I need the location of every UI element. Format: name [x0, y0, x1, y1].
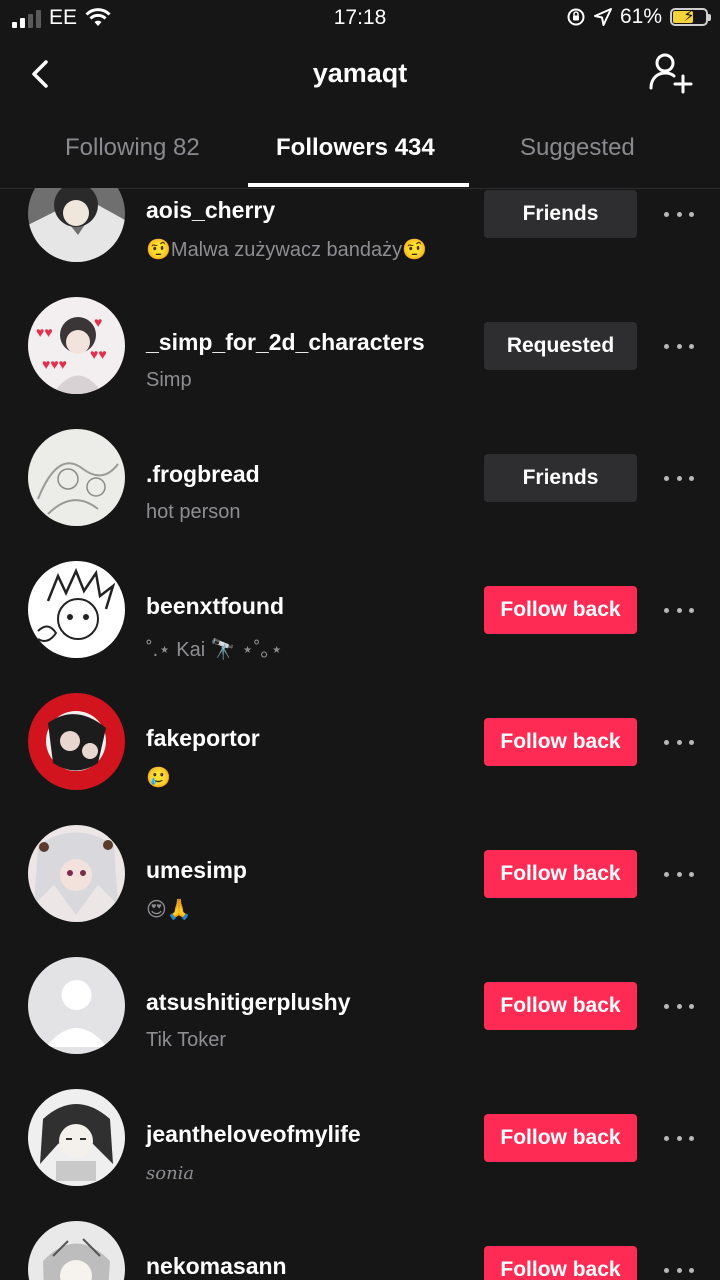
- avatar[interactable]: [28, 693, 125, 790]
- bio: 🥲: [146, 767, 171, 789]
- list-item[interactable]: .frogbread hot person Friends: [0, 404, 720, 536]
- username[interactable]: atsushitigerplushy: [146, 989, 350, 1016]
- svg-text:♥♥: ♥♥: [36, 324, 53, 340]
- more-options-button[interactable]: [664, 336, 694, 356]
- bio: 😍🙏: [146, 899, 192, 921]
- tab-following[interactable]: Following 82: [65, 134, 200, 162]
- page-title: yamaqt: [312, 58, 408, 88]
- username[interactable]: umesimp: [146, 857, 247, 884]
- friends-button[interactable]: Friends: [484, 454, 637, 502]
- more-options-button[interactable]: [664, 864, 694, 884]
- list-item[interactable]: atsushitigerplushy Tik Toker Follow back: [0, 932, 720, 1064]
- active-tab-indicator: [248, 183, 469, 187]
- follow-back-button[interactable]: Follow back: [484, 1246, 637, 1280]
- bio: 🤨Malwa zużywacz bandaży🤨: [146, 239, 428, 261]
- list-item[interactable]: aois_cherry 🤨Malwa zużywacz bandaży🤨 Fri…: [0, 188, 720, 272]
- follow-back-button[interactable]: Follow back: [484, 586, 637, 634]
- list-item[interactable]: beenxtfound ˚.⋆ Kai 🔭 ⋆˚｡⋆ Follow back: [0, 536, 720, 668]
- username[interactable]: nekomasann: [146, 1253, 287, 1280]
- add-friend-button[interactable]: [648, 52, 694, 94]
- avatar[interactable]: ♥♥ ♥♥ ♥♥♥ ♥: [28, 297, 125, 394]
- add-user-icon: [649, 53, 693, 94]
- username[interactable]: fakeportor: [146, 725, 260, 752]
- more-options-button[interactable]: [664, 468, 694, 488]
- follow-back-button[interactable]: Follow back: [484, 1114, 637, 1162]
- bio: ˚.⋆ Kai 🔭 ⋆˚｡⋆: [146, 639, 283, 661]
- battery-percent: 61%: [619, 5, 662, 28]
- charging-bolt-icon: ⚡: [683, 8, 695, 25]
- username[interactable]: .frogbread: [146, 461, 260, 488]
- avatar[interactable]: [28, 1221, 125, 1280]
- more-options-button[interactable]: [664, 732, 694, 752]
- username[interactable]: beenxtfound: [146, 593, 284, 620]
- status-right: 61% ⚡: [566, 5, 711, 29]
- svg-text:♥: ♥: [94, 314, 102, 330]
- follow-back-button[interactable]: Follow back: [484, 982, 637, 1030]
- friends-button[interactable]: Friends: [484, 190, 637, 238]
- more-options-button[interactable]: [664, 996, 694, 1016]
- svg-text:♥♥: ♥♥: [90, 346, 107, 362]
- more-options-button[interactable]: [664, 600, 694, 620]
- list-item[interactable]: jeantheloveofmylife sonia Follow back: [0, 1064, 720, 1196]
- follow-back-button[interactable]: Follow back: [484, 718, 637, 766]
- avatar[interactable]: [28, 1089, 125, 1186]
- list-item[interactable]: umesimp 😍🙏 Follow back: [0, 800, 720, 932]
- username[interactable]: jeantheloveofmylife: [146, 1121, 361, 1148]
- requested-button[interactable]: Requested: [484, 322, 637, 370]
- avatar[interactable]: [28, 561, 125, 658]
- tab-bar: Following 82 Followers 434 Suggested: [0, 118, 720, 189]
- tab-followers[interactable]: Followers 434: [276, 134, 435, 162]
- header: yamaqt: [0, 40, 720, 110]
- list-item[interactable]: nekomasann Follow back: [0, 1196, 720, 1280]
- more-options-button[interactable]: [664, 1260, 694, 1280]
- avatar[interactable]: [28, 429, 125, 526]
- followers-list[interactable]: aois_cherry 🤨Malwa zużywacz bandaży🤨 Fri…: [0, 188, 720, 1280]
- battery-icon: ⚡: [670, 8, 711, 26]
- avatar[interactable]: [28, 825, 125, 922]
- username[interactable]: _simp_for_2d_characters: [146, 329, 425, 356]
- more-options-button[interactable]: [664, 1128, 694, 1148]
- bio: Tik Toker: [146, 1029, 227, 1051]
- avatar[interactable]: [28, 188, 125, 262]
- username[interactable]: aois_cherry: [146, 197, 275, 224]
- svg-text:♥♥♥: ♥♥♥: [42, 356, 67, 372]
- more-options-button[interactable]: [664, 204, 694, 224]
- list-item[interactable]: ♥♥ ♥♥ ♥♥♥ ♥ _simp_for_2d_characters Simp…: [0, 272, 720, 404]
- bio: Simp: [146, 369, 192, 391]
- tab-suggested[interactable]: Suggested: [520, 134, 635, 162]
- list-item[interactable]: fakeportor 🥲 Follow back: [0, 668, 720, 800]
- avatar[interactable]: [28, 957, 125, 1054]
- orientation-lock-icon: [567, 8, 585, 26]
- bio: hot person: [146, 501, 241, 523]
- bio: sonia: [146, 1163, 195, 1184]
- followers-screen: EE 17:18 61% ⚡ yamaqt Following 82 Follo…: [0, 0, 720, 1280]
- follow-back-button[interactable]: Follow back: [484, 850, 637, 898]
- status-bar: EE 17:18 61% ⚡: [0, 0, 720, 40]
- location-icon: [593, 8, 612, 26]
